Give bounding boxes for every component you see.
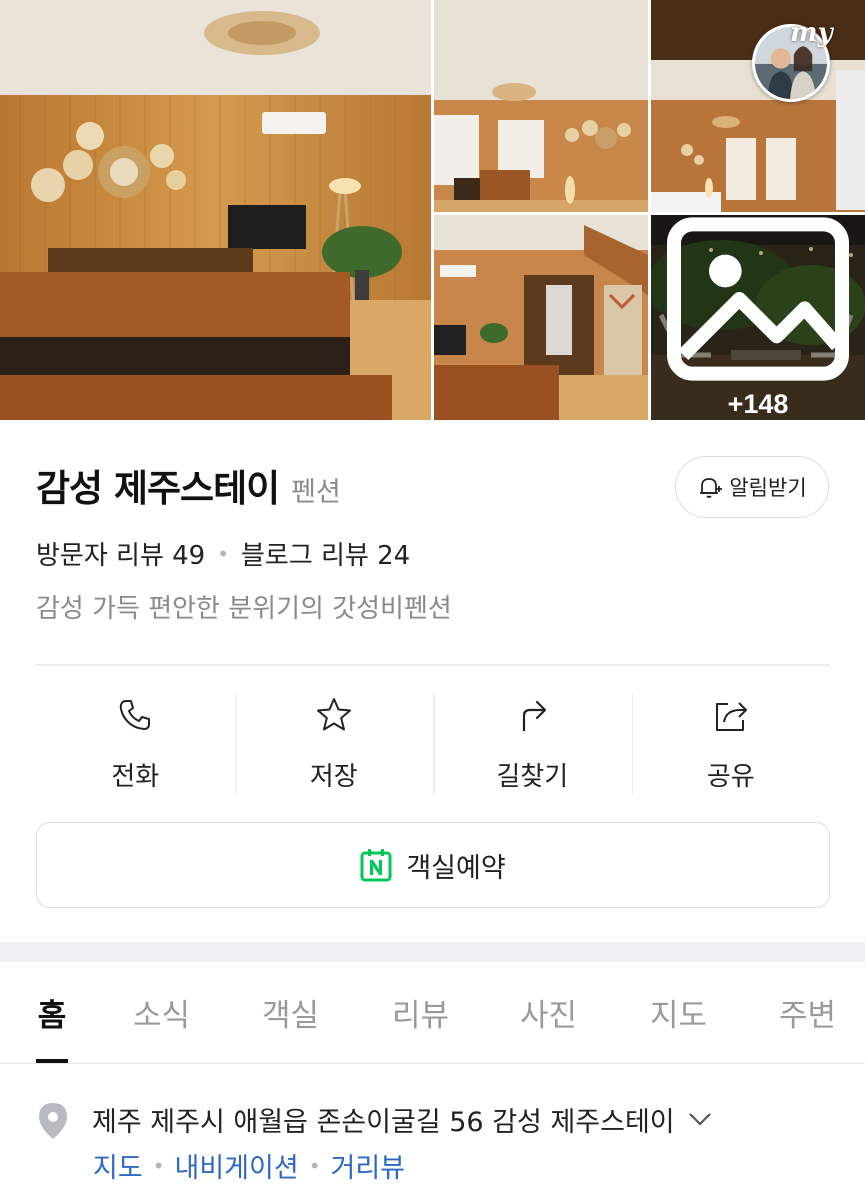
room-reservation-label: 객실예약 — [406, 852, 506, 884]
review-summary: 방문자 리뷰 49 • 블로그 리뷰 24 — [36, 535, 410, 572]
address-text: 제주 제주시 애월읍 존손이굴길 56 감성 제주스테이 — [92, 1107, 675, 1138]
chevron-down-icon[interactable] — [687, 1108, 713, 1130]
bell-plus-icon — [700, 478, 723, 498]
phone-icon — [120, 700, 151, 730]
tab-rooms[interactable]: 객실 — [262, 962, 319, 1063]
action-bar: 전화 저장 길찾기 공유 — [36, 690, 830, 796]
more-photos-overlay[interactable]: +148 — [651, 215, 865, 420]
save-label: 저장 — [309, 762, 358, 792]
visitor-reviews-link[interactable]: 방문자 리뷰 49 — [36, 535, 205, 572]
map-link[interactable]: 지도 — [93, 1146, 143, 1185]
image-icon — [667, 217, 849, 381]
directions-label: 길찾기 — [496, 762, 569, 792]
separator-dot: • — [152, 1153, 165, 1178]
location-pin-icon — [39, 1103, 67, 1139]
street-view-link[interactable]: 거리뷰 — [330, 1146, 405, 1185]
save-button[interactable]: 저장 — [234, 690, 434, 796]
call-button[interactable]: 전화 — [36, 690, 235, 796]
naver-calendar-icon — [360, 849, 392, 882]
address-row[interactable]: 제주 제주시 애월읍 존손이굴길 56 감성 제주스테이 — [36, 1100, 713, 1140]
navigation-link[interactable]: 내비게이션 — [174, 1146, 298, 1185]
tab-reviews[interactable]: 리뷰 — [392, 962, 449, 1063]
tab-bar: 홈 소식 객실 리뷰 사진 지도 주변 — [0, 962, 865, 1064]
gallery-photo-kitchen[interactable] — [434, 215, 648, 420]
blog-reviews-link[interactable]: 블로그 리뷰 24 — [241, 535, 410, 572]
tab-map[interactable]: 지도 — [650, 962, 707, 1063]
tab-home[interactable]: 홈 — [36, 962, 68, 1063]
tab-nearby[interactable]: 주변 — [779, 962, 836, 1063]
place-title-row: 감성 제주스테이 펜션 — [36, 458, 341, 512]
share-button[interactable]: 공유 — [631, 690, 831, 796]
separator-dot: • — [308, 1153, 321, 1178]
share-icon — [715, 702, 747, 731]
main-photo[interactable] — [0, 0, 431, 420]
gallery-photo-room[interactable] — [434, 0, 648, 212]
separator-dot: • — [217, 541, 230, 566]
my-badge-label: my — [790, 18, 833, 48]
notify-button[interactable]: 알림받기 — [675, 456, 829, 518]
notify-label: 알림받기 — [729, 476, 807, 500]
place-description: 감성 가득 편안한 분위기의 갓성비펜션 — [36, 594, 452, 624]
place-category: 펜션 — [291, 477, 341, 508]
address-links: 지도 • 내비게이션 • 거리뷰 — [93, 1146, 405, 1185]
star-icon — [316, 698, 351, 731]
section-gap — [0, 942, 865, 962]
directions-button[interactable]: 길찾기 — [433, 690, 632, 796]
share-label: 공유 — [706, 762, 755, 792]
tab-news[interactable]: 소식 — [133, 962, 190, 1063]
directions-icon — [523, 700, 547, 731]
more-photos-count: +148 — [727, 389, 789, 419]
tab-photos[interactable]: 사진 — [520, 962, 577, 1063]
photo-gallery: +148 my — [0, 0, 865, 420]
room-reservation-button[interactable]: 객실예약 — [36, 822, 830, 908]
gallery-photo-more[interactable]: +148 — [651, 215, 865, 420]
place-name: 감성 제주스테이 — [36, 467, 280, 510]
call-label: 전화 — [111, 762, 160, 792]
divider — [36, 664, 830, 666]
